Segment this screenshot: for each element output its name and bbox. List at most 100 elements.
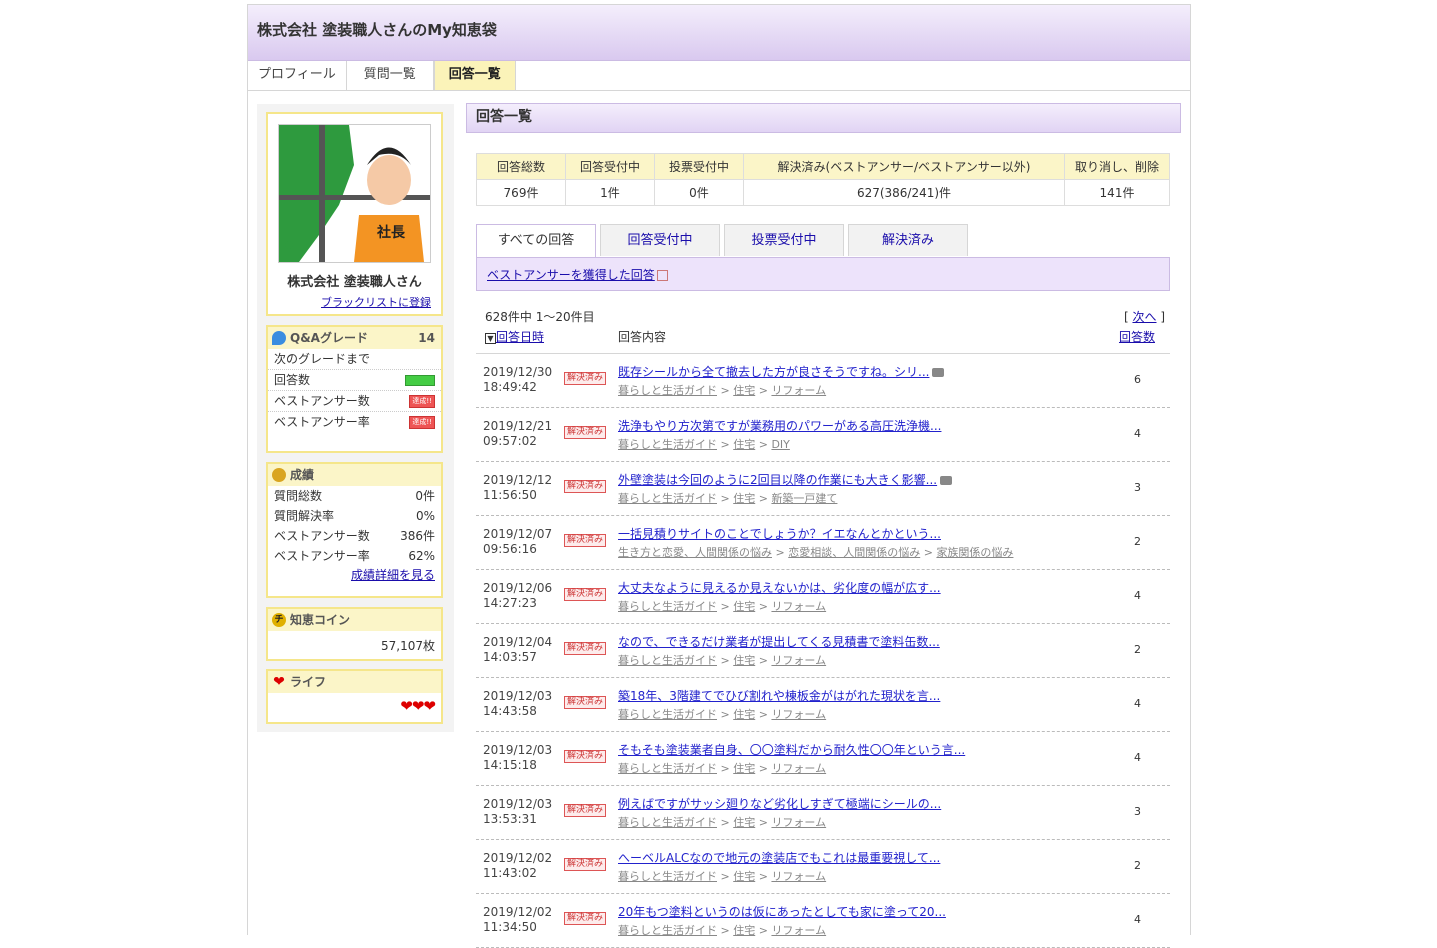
chart-icon (272, 468, 286, 482)
sort-answers-link[interactable]: 回答数 (1119, 330, 1155, 344)
score-value: 62% (408, 549, 435, 563)
category-link[interactable]: 住宅 (733, 762, 755, 775)
category-link[interactable]: 暮らしと生活ガイド (618, 438, 717, 451)
nav-profile[interactable]: プロフィール (248, 61, 347, 90)
score-label: 質問解決率 (274, 509, 335, 523)
list-item: 2019/12/02 11:34:50 解決済み 20年もつ塗料というのは仮にあったと… (476, 894, 1170, 948)
tab-accepting[interactable]: 回答受付中 (600, 224, 720, 256)
category-link[interactable]: 住宅 (733, 870, 755, 883)
question-link[interactable]: へーベルALCなので地元の塗装店でもこれは最重要視して... (618, 851, 940, 865)
answer-date: 2019/12/30 (483, 365, 553, 379)
category-link[interactable]: リフォーム (771, 870, 826, 883)
category-link[interactable]: 住宅 (733, 816, 755, 829)
question-link[interactable]: 大丈夫なように見えるか見えないかは、劣化度の幅が広す... (618, 581, 941, 595)
tab-all[interactable]: すべての回答 (476, 224, 596, 258)
grade-best-count-row: ベストアンサー数 達成!! (268, 391, 441, 412)
answer-time: 14:27:23 (483, 596, 537, 610)
question-link[interactable]: そもそも塗装業者自身、〇〇塗料だから耐久性〇〇年という言... (618, 743, 965, 757)
category-link[interactable]: 住宅 (733, 438, 755, 451)
answer-time: 13:53:31 (483, 812, 537, 826)
category-link[interactable]: 住宅 (733, 600, 755, 613)
question-link[interactable]: 外壁塗装は今回のように2回目以降の作業にも大きく影響... (618, 473, 937, 487)
question-link[interactable]: 築18年、3階建てでひび割れや棟板金がはがれた現状を言... (618, 689, 940, 703)
category-link[interactable]: 暮らしと生活ガイド (618, 870, 717, 883)
question-link[interactable]: なので、できるだけ業者が提出してくる見積書で塗料缶数... (618, 635, 940, 649)
category-link[interactable]: 家族関係の悩み (936, 546, 1013, 559)
list-item: 2019/12/03 14:43:58 解決済み 築18年、3階建てでひび割れや棟板金… (476, 678, 1170, 732)
answer-time: 09:57:02 (483, 434, 537, 448)
category-path: 暮らしと生活ガイド > 住宅 > リフォーム (618, 924, 827, 937)
col-content: 回答内容 (618, 330, 667, 344)
answer-date: 2019/12/07 (483, 527, 553, 541)
stats-value: 141件 (1064, 179, 1170, 206)
category-link[interactable]: リフォーム (771, 654, 826, 667)
grade-title: Q&Aグレード (290, 331, 368, 345)
score-row: 質問解決率 0% (268, 506, 441, 526)
category-link[interactable]: リフォーム (771, 762, 826, 775)
category-link[interactable]: 暮らしと生活ガイド (618, 600, 717, 613)
answer-date: 2019/12/02 (483, 851, 553, 865)
camera-icon (932, 368, 945, 377)
answer-date: 2019/12/04 (483, 635, 553, 649)
category-link[interactable]: 住宅 (733, 654, 755, 667)
result-count: 628件中 1〜20件目 (485, 310, 595, 324)
category-path: 暮らしと生活ガイド > 住宅 > リフォーム (618, 654, 827, 667)
category-link[interactable]: 住宅 (733, 492, 755, 505)
achieved-badge: 達成!! (409, 416, 435, 429)
question-link[interactable]: 洗浄もやり方次第ですが業務用のパワーがある高圧洗浄機... (618, 419, 941, 433)
category-link[interactable]: 暮らしと生活ガイド (618, 492, 717, 505)
nav-questions[interactable]: 質問一覧 (347, 61, 434, 90)
page-header: 株式会社 塗装職人さんのMy知恵袋 (248, 5, 1190, 61)
category-link[interactable]: 暮らしと生活ガイド (618, 708, 717, 721)
answer-tabs: すべての回答 回答受付中 投票受付中 解決済み (476, 224, 972, 258)
answer-datetime: 2019/12/12 11:56:50 (483, 473, 558, 503)
list-item: 2019/12/04 14:03:57 解決済み なので、できるだけ業者が提出してくる… (476, 624, 1170, 678)
answer-datetime: 2019/12/30 18:49:42 (483, 365, 558, 395)
category-link[interactable]: 暮らしと生活ガイド (618, 816, 717, 829)
category-link[interactable]: リフォーム (771, 816, 826, 829)
question-link[interactable]: 20年もつ塗料というのは仮にあったとしても家に塗って20... (618, 905, 946, 919)
category-link[interactable]: 暮らしと生活ガイド (618, 762, 717, 775)
category-link[interactable]: DIY (771, 438, 789, 451)
score-title: 成績 (290, 468, 315, 482)
question-link[interactable]: 既存シールから全て撤去した方が良さそうですね。シリ... (618, 365, 929, 379)
category-link[interactable]: 新築一戸建て (771, 492, 837, 505)
blacklist-link[interactable]: ブラックリストに登録 (321, 296, 431, 309)
answer-datetime: 2019/12/06 14:27:23 (483, 581, 558, 611)
category-link[interactable]: 暮らしと生活ガイド (618, 654, 717, 667)
achieved-badge: 達成!! (409, 395, 435, 408)
stats-header: 回答総数 (476, 153, 566, 180)
category-link[interactable]: リフォーム (771, 924, 826, 937)
category-link[interactable]: 暮らしと生活ガイド (618, 924, 717, 937)
category-link[interactable]: 住宅 (733, 924, 755, 937)
best-answer-link[interactable]: ベストアンサーを獲得した回答 (487, 268, 655, 282)
answer-datetime: 2019/12/21 09:57:02 (483, 419, 558, 449)
category-link[interactable]: 住宅 (733, 708, 755, 721)
question-link[interactable]: 例えばですがサッシ廻りなど劣化しすぎて極端にシールの... (618, 797, 941, 811)
category-path: 暮らしと生活ガイド > 住宅 > リフォーム (618, 762, 827, 775)
category-path: 暮らしと生活ガイド > 住宅 > リフォーム (618, 816, 827, 829)
sort-date-link[interactable]: 回答日時 (496, 330, 544, 344)
answer-datetime: 2019/12/03 13:53:31 (483, 797, 558, 827)
answer-time: 11:43:02 (483, 866, 537, 880)
question-link[interactable]: 一括見積りサイトのことでしょうか？イエなんとかという... (618, 527, 941, 541)
stats-value: 769件 (476, 179, 566, 206)
category-link[interactable]: リフォーム (771, 708, 826, 721)
nav-answers[interactable]: 回答一覧 (433, 61, 516, 90)
list-item: 2019/12/07 09:56:16 解決済み 一括見積りサイトのことでしょうか？イ… (476, 516, 1170, 570)
coin-title: 知恵コイン (290, 613, 351, 627)
category-link[interactable]: リフォーム (771, 384, 826, 397)
tab-resolved[interactable]: 解決済み (848, 224, 968, 256)
sidebar: 社長 株式会社 塗装職人さん ブラックリストに登録 Q&Aグレード 14 次のグレ… (257, 104, 454, 732)
category-link[interactable]: 恋愛相談、人間関係の悩み (788, 546, 920, 559)
next-link[interactable]: 次へ (1132, 310, 1156, 324)
category-link[interactable]: 暮らしと生活ガイド (618, 384, 717, 397)
score-detail-link[interactable]: 成績詳細を見る (351, 568, 435, 582)
tab-voting[interactable]: 投票受付中 (724, 224, 844, 256)
list-item: 2019/12/02 11:43:02 解決済み へーベルALCなので地元の塗装店でも… (476, 840, 1170, 894)
coin-box: チ知恵コイン 57,107枚 (266, 607, 443, 661)
category-link[interactable]: 生き方と恋愛、人間関係の悩み (618, 546, 772, 559)
category-link[interactable]: リフォーム (771, 600, 826, 613)
category-link[interactable]: 住宅 (733, 384, 755, 397)
answer-count: 4 (1134, 589, 1141, 602)
